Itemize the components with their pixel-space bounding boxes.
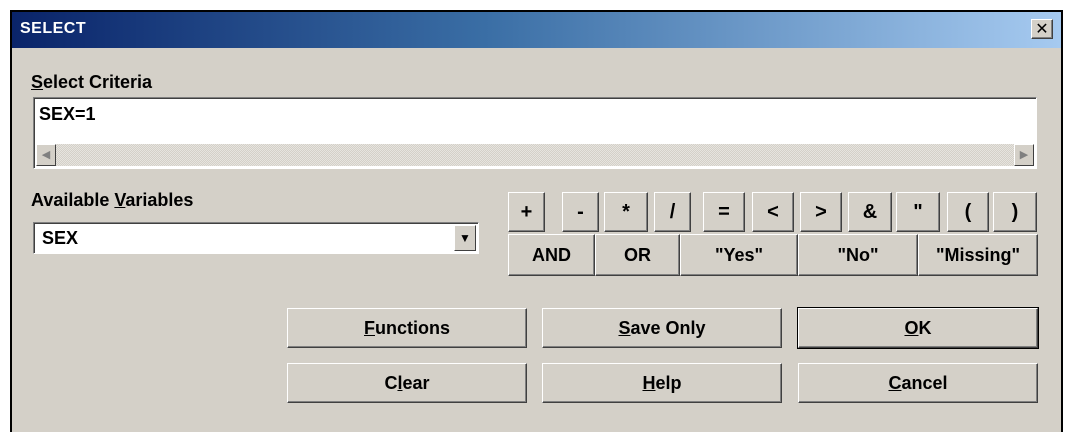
available-variables-label: Available Variables xyxy=(31,190,194,210)
operator-greater-than-button[interactable]: > xyxy=(800,192,842,232)
keyword-and-button[interactable]: AND xyxy=(508,234,595,276)
cancel-button[interactable]: Cancel xyxy=(798,363,1038,403)
selected-variable: SEX xyxy=(42,228,79,248)
clear-button[interactable]: Cl ear xyxy=(287,363,527,403)
close-icon: ✕ xyxy=(1035,21,1049,38)
select-dialog: SELECT ✕ Select Criteria SEX=1 ◀ ▶ Avail… xyxy=(10,10,1063,432)
operator-equals-button[interactable]: = xyxy=(703,192,745,232)
horizontal-scrollbar[interactable]: ◀ ▶ xyxy=(36,144,1034,166)
available-variables-select[interactable]: SEX ▼ xyxy=(33,222,479,254)
operator-open-paren-button[interactable]: ( xyxy=(947,192,989,232)
keyword-no-button[interactable]: "No" xyxy=(798,234,918,276)
operator-ampersand-button[interactable]: & xyxy=(848,192,892,232)
keyword-or-button[interactable]: OR xyxy=(595,234,680,276)
operator-less-than-button[interactable]: < xyxy=(752,192,794,232)
operator-close-paren-button[interactable]: ) xyxy=(993,192,1037,232)
dropdown-arrow-icon[interactable]: ▼ xyxy=(454,225,476,251)
help-button[interactable]: Help xyxy=(542,363,782,403)
criteria-text: SEX=1 xyxy=(39,104,96,124)
ok-button[interactable]: OK xyxy=(797,307,1039,349)
keyword-yes-button[interactable]: "Yes" xyxy=(680,234,798,276)
save-only-button[interactable]: Save Only xyxy=(542,308,782,348)
operator-minus-button[interactable]: - xyxy=(562,192,599,232)
operator-multiply-button[interactable]: * xyxy=(604,192,648,232)
title-bar[interactable]: SELECT ✕ xyxy=(12,12,1061,48)
scroll-right-arrow-icon[interactable]: ▶ xyxy=(1014,144,1034,166)
select-criteria-field[interactable]: SEX=1 ◀ ▶ xyxy=(33,97,1037,169)
select-criteria-label: Select Criteria xyxy=(31,72,153,92)
close-button[interactable]: ✕ xyxy=(1031,19,1053,39)
scroll-left-arrow-icon[interactable]: ◀ xyxy=(36,144,56,166)
operator-plus-button[interactable]: + xyxy=(508,192,545,232)
operator-quote-button[interactable]: " xyxy=(896,192,940,232)
functions-button[interactable]: Functions xyxy=(287,308,527,348)
window-title: SELECT xyxy=(20,20,87,37)
keyword-missing-button[interactable]: "Missing" xyxy=(918,234,1038,276)
operator-divide-button[interactable]: / xyxy=(654,192,691,232)
